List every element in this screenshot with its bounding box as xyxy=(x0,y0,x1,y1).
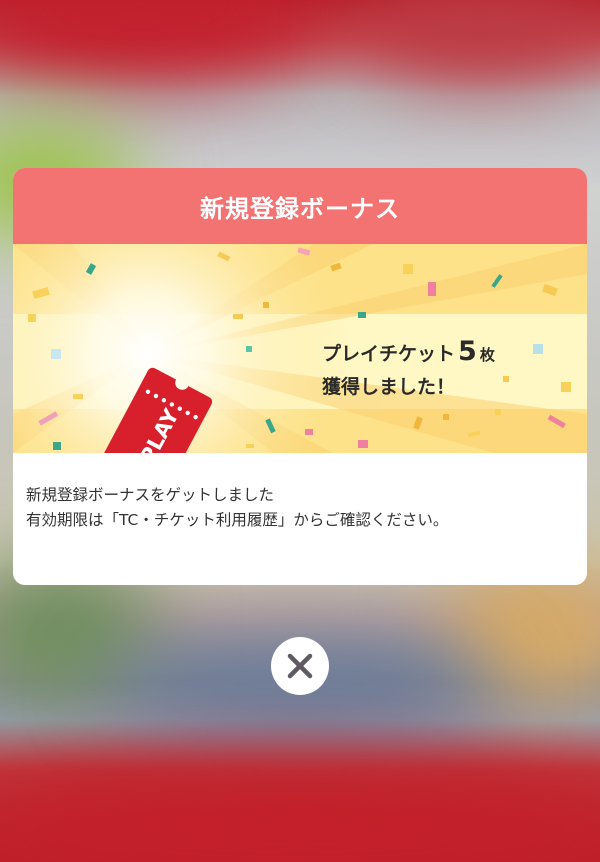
app-screen: 新規登録ボーナス PLAY プレイチケット 5 枚 獲得しました！ 新規登録ボー… xyxy=(0,0,600,862)
reward-banner: PLAY プレイチケット 5 枚 獲得しました！ xyxy=(13,244,587,453)
message-line-2: 有効期限は「TC・チケット利用履歴」からご確認ください。 xyxy=(26,511,449,529)
reward-line-2: 獲得しました！ xyxy=(322,376,456,398)
reward-count: 5 xyxy=(458,336,477,367)
background-blur xyxy=(0,0,320,80)
close-button[interactable] xyxy=(271,637,329,695)
modal-header: 新規登録ボーナス xyxy=(13,168,587,244)
reward-prefix: プレイチケット xyxy=(322,343,456,365)
background-blur xyxy=(0,760,600,862)
reward-line-1: プレイチケット 5 枚 xyxy=(322,336,495,371)
bonus-modal: 新規登録ボーナス PLAY プレイチケット 5 枚 獲得しました！ 新規登録ボー… xyxy=(13,168,587,585)
message-line-1: 新規登録ボーナスをゲットしました xyxy=(26,486,275,504)
modal-body: 新規登録ボーナスをゲットしました 有効期限は「TC・チケット利用履歴」からご確認… xyxy=(13,453,587,533)
reward-text: プレイチケット 5 枚 獲得しました！ xyxy=(322,336,495,403)
play-ticket-icon: PLAY xyxy=(97,367,213,453)
modal-title: 新規登録ボーナス xyxy=(200,194,400,223)
reward-unit: 枚 xyxy=(479,346,495,364)
close-icon xyxy=(287,653,313,679)
background-blur xyxy=(360,0,600,80)
